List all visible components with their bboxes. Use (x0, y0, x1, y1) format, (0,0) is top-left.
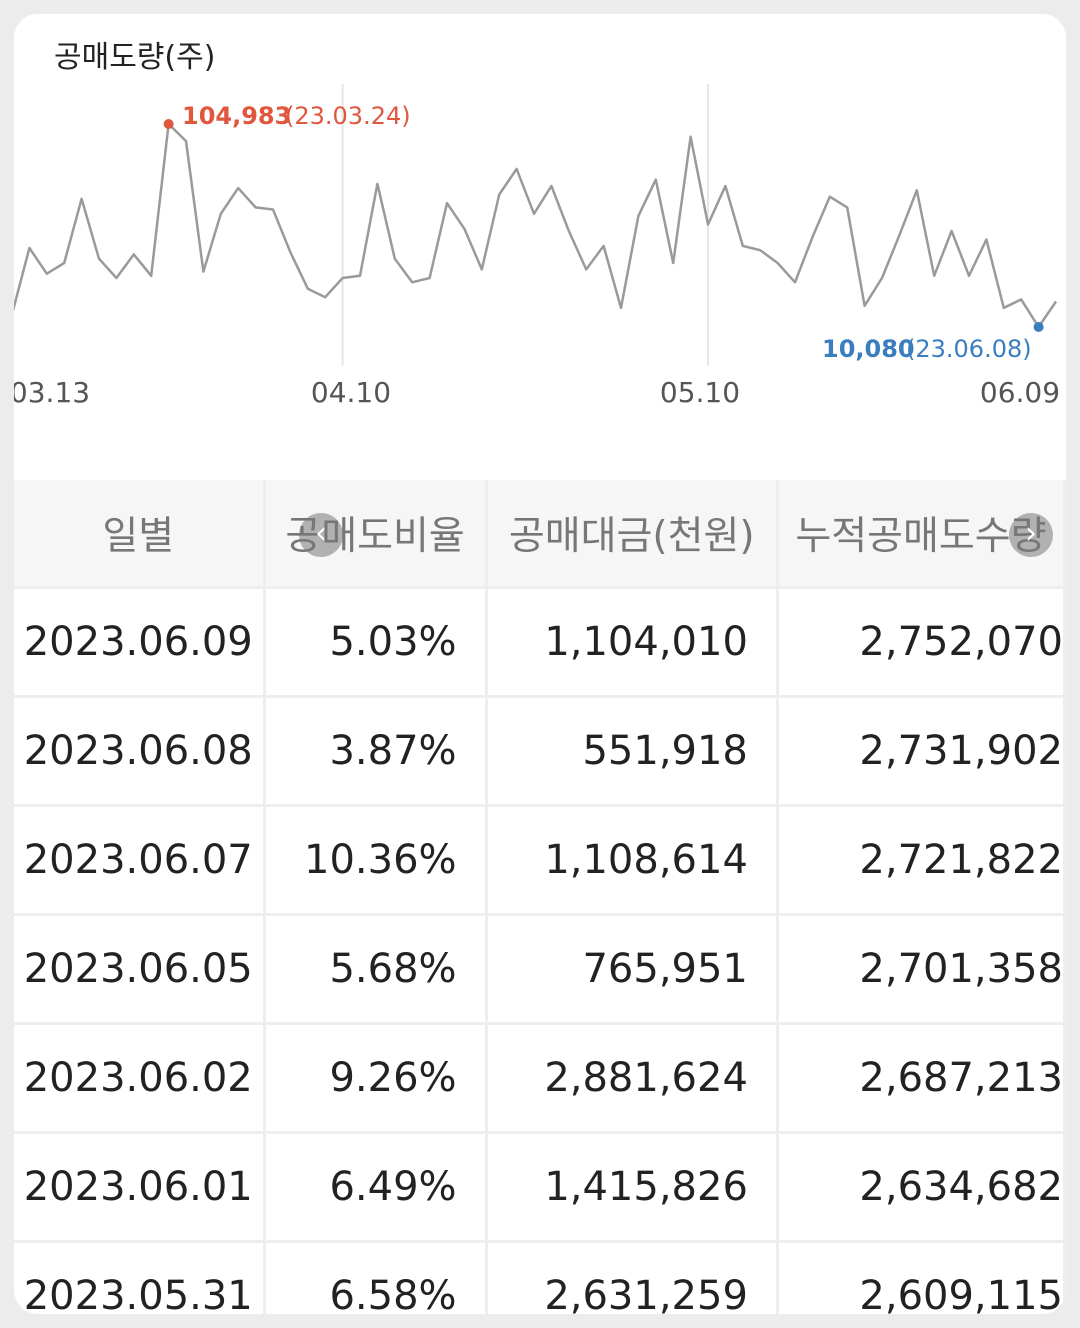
cell-cumulative: 2,634,682 (778, 1134, 1063, 1240)
table-header-row: 일별 공매도비율 공매대금(천원) 누적공매도수량 (14, 480, 1063, 586)
cell-date: 2023.06.08 (14, 698, 263, 804)
table-row: 2023.06.08 3.87% 551,918 2,731,902 (14, 698, 1063, 804)
short-volume-chart: 104,983 (23.03.24) 10,080 (23.06.08) 03.13 04… (14, 14, 1066, 480)
cell-ratio: 10.36% (265, 807, 485, 913)
min-date-label: (23.06.08) (906, 335, 1032, 363)
cell-cumulative: 2,701,358 (778, 916, 1063, 1022)
cell-date: 2023.06.05 (14, 916, 263, 1022)
chart-canvas: 104,983(23.03.24) 10,080(23.06.08) 03.13 04… (14, 84, 1060, 409)
x-tick-label: 04.10 (311, 376, 391, 409)
table-row: 2023.06.05 5.68% 765,951 2,701,358 (14, 916, 1063, 1022)
cell-cumulative: 2,609,115 (778, 1243, 1063, 1314)
cell-date: 2023.06.02 (14, 1025, 263, 1131)
max-date-label: (23.03.24) (285, 102, 411, 130)
table-row: 2023.06.01 6.49% 1,415,826 2,634,682 (14, 1134, 1063, 1240)
short-selling-card: 104,983 (23.03.24) 10,080 (23.06.08) 03.13 04… (14, 14, 1066, 1314)
min-value-label: 10,080 (822, 335, 915, 363)
x-tick-label: 03.13 (14, 376, 90, 409)
cell-ratio: 5.03% (265, 589, 485, 695)
table-row: 2023.06.02 9.26% 2,881,624 2,687,213 (14, 1025, 1063, 1131)
series-line (14, 122, 1058, 329)
table-row: 2023.06.07 10.36% 1,108,614 2,721,822 (14, 807, 1063, 913)
cell-ratio: 3.87% (265, 698, 485, 804)
cell-amount: 1,415,826 (487, 1134, 776, 1240)
cell-date: 2023.06.01 (14, 1134, 263, 1240)
table-row: 2023.06.09 5.03% 1,104,010 2,752,070 (14, 589, 1063, 695)
cell-cumulative: 2,721,822 (778, 807, 1063, 913)
chevron-right-icon[interactable]: › (1009, 513, 1053, 557)
cell-amount: 1,104,010 (487, 589, 776, 695)
max-point (163, 119, 174, 129)
max-value-label: 104,983 (182, 102, 291, 130)
cell-amount: 765,951 (487, 916, 776, 1022)
cell-ratio: 6.49% (265, 1134, 485, 1240)
cell-date: 2023.06.09 (14, 589, 263, 695)
header-date: 일별 (14, 480, 263, 586)
cell-amount: 1,108,614 (487, 807, 776, 913)
chevron-left-icon[interactable]: ‹ (299, 513, 343, 557)
cell-ratio: 5.68% (265, 916, 485, 1022)
cell-amount: 2,631,259 (487, 1243, 776, 1314)
cell-date: 2023.06.07 (14, 807, 263, 913)
cell-amount: 551,918 (487, 698, 776, 804)
x-tick-label: 06.09 (980, 376, 1060, 409)
cell-cumulative: 2,752,070 (778, 589, 1063, 695)
min-point (1033, 322, 1044, 332)
cell-amount: 2,881,624 (487, 1025, 776, 1131)
chart-title: 공매도량(주) (54, 40, 216, 75)
x-tick-label: 05.10 (660, 376, 740, 409)
cell-cumulative: 2,687,213 (778, 1025, 1063, 1131)
table-row: 2023.05.31 6.58% 2,631,259 2,609,115 (14, 1243, 1063, 1314)
cell-ratio: 6.58% (265, 1243, 485, 1314)
header-short-amount: 공매대금(천원) (487, 480, 776, 586)
cell-cumulative: 2,731,902 (778, 698, 1063, 804)
short-selling-table[interactable]: 일별 공매도비율 공매대금(천원) 누적공매도수량 2023.06.09 5.0… (14, 480, 1066, 1314)
cell-date: 2023.05.31 (14, 1243, 263, 1314)
cell-ratio: 9.26% (265, 1025, 485, 1131)
